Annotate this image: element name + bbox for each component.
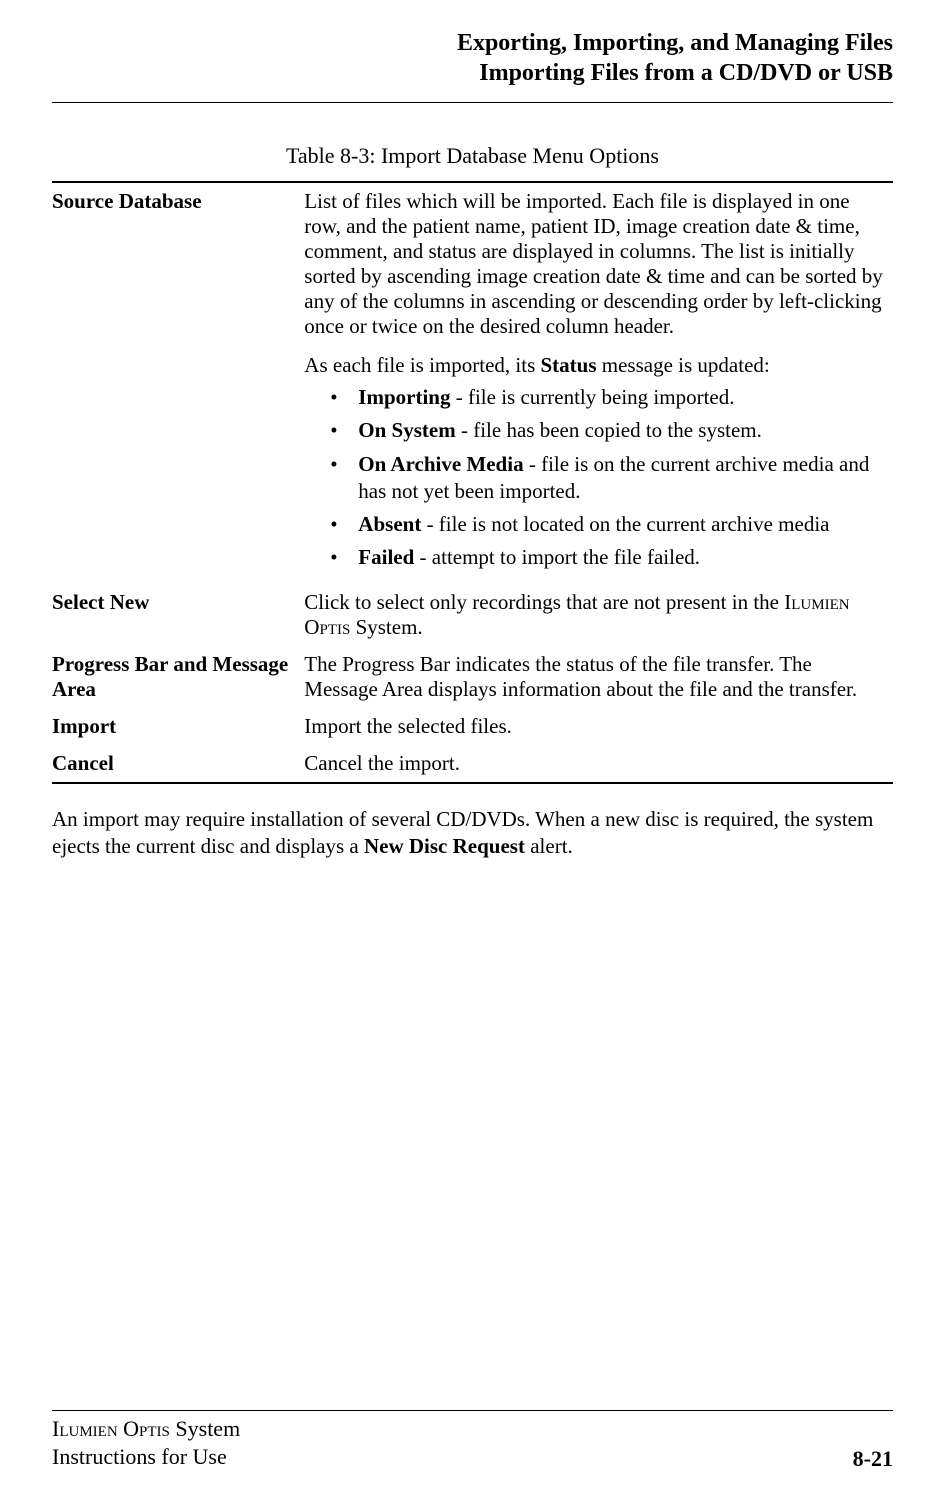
list-item: Importing - file is currently being impo… [330,384,885,411]
term-progress: Progress Bar and Message Area [52,646,304,708]
page-footer: Ilumien Optis System Instructions for Us… [52,1410,893,1472]
table-caption: Table 8-3: Import Database Menu Options [52,143,893,169]
page-number: 8-21 [853,1446,893,1472]
desc-source-database: List of files which will be imported. Ea… [304,182,893,584]
table-row: Cancel Cancel the import. [52,745,893,783]
list-item: Absent - file is not located on the curr… [330,511,885,538]
header-divider [52,102,893,103]
list-item: On System - file has been copied to the … [330,417,885,444]
list-item: Failed - attempt to import the file fail… [330,544,885,571]
desc-select-new: Click to select only recordings that are… [304,584,893,646]
term-source-database: Source Database [52,182,304,584]
table-row: Progress Bar and Message Area The Progre… [52,646,893,708]
term-cancel: Cancel [52,745,304,783]
body-paragraph: An import may require installation of se… [52,806,893,861]
status-list: Importing - file is currently being impo… [304,384,885,572]
source-database-text: List of files which will be imported. Ea… [304,189,885,339]
footer-divider [52,1410,893,1411]
header-section: Importing Files from a CD/DVD or USB [52,58,893,88]
table-row: Import Import the selected files. [52,708,893,745]
table-row: Source Database List of files which will… [52,182,893,584]
list-item: On Archive Media - file is on the curren… [330,451,885,506]
desc-progress: The Progress Bar indicates the status of… [304,646,893,708]
term-import: Import [52,708,304,745]
term-select-new: Select New [52,584,304,646]
options-table: Source Database List of files which will… [52,181,893,784]
footer-doc-title: Ilumien Optis System Instructions for Us… [52,1415,240,1472]
table-row: Select New Click to select only recordin… [52,584,893,646]
header-chapter: Exporting, Importing, and Managing Files [52,28,893,58]
status-lead: As each file is imported, its Status mes… [304,353,885,378]
desc-import: Import the selected files. [304,708,893,745]
desc-cancel: Cancel the import. [304,745,893,783]
